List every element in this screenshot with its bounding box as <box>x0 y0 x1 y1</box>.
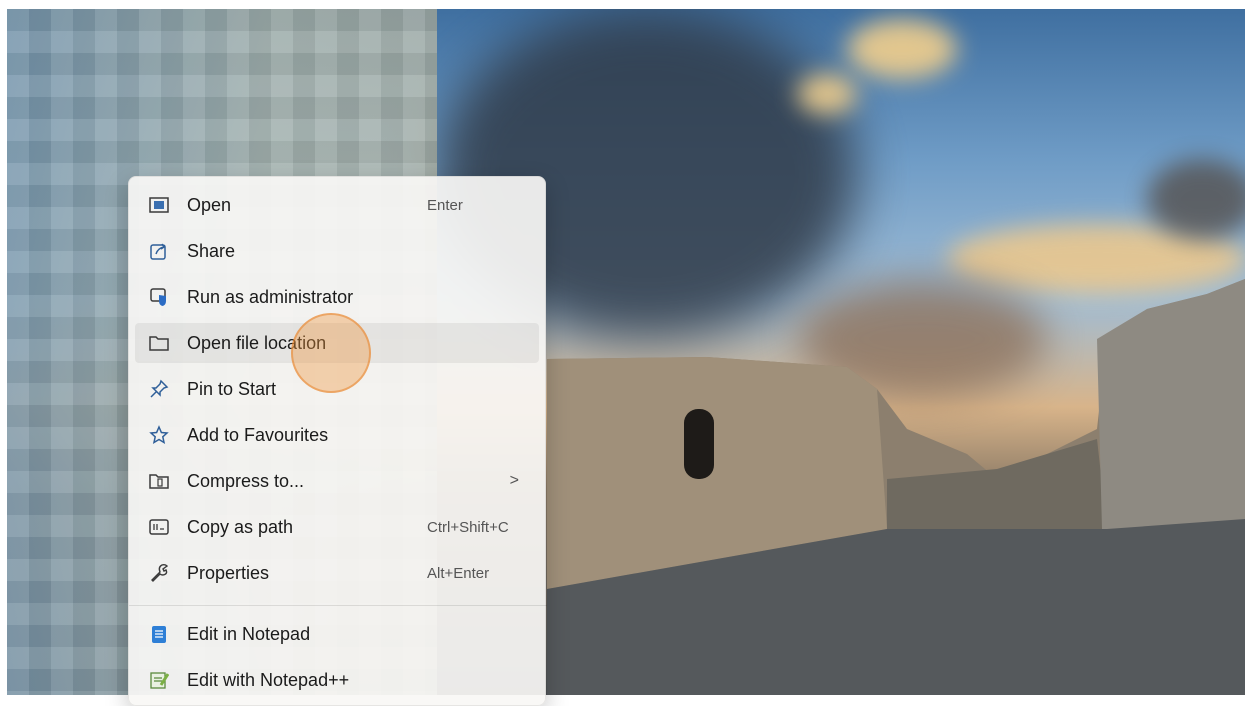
menu-item-label: Edit with Notepad++ <box>187 669 350 690</box>
menu-item-shortcut: Enter <box>427 196 463 214</box>
menu-item-open[interactable]: Open Enter <box>135 185 539 225</box>
menu-item-copy-as-path[interactable]: Copy as path Ctrl+Shift+C <box>135 507 539 547</box>
menu-separator <box>129 605 547 606</box>
pin-icon <box>148 378 170 400</box>
menu-item-add-to-favourites[interactable]: Add to Favourites <box>135 415 539 455</box>
menu-item-edit-with-notepad-plus-plus[interactable]: Edit with Notepad++ <box>135 660 539 700</box>
menu-item-label: Compress to... <box>187 470 305 491</box>
menu-item-label: Edit in Notepad <box>187 623 311 644</box>
click-indicator <box>291 313 371 393</box>
copy-path-icon <box>148 516 170 538</box>
menu-item-share[interactable]: Share <box>135 231 539 271</box>
menu-item-label: Pin to Start <box>187 378 277 399</box>
zip-folder-icon <box>148 470 170 492</box>
menu-item-label: Add to Favourites <box>187 424 329 445</box>
menu-item-label: Open <box>187 194 232 215</box>
notepad-plus-plus-icon <box>148 669 170 691</box>
menu-item-properties[interactable]: Properties Alt+Enter <box>135 553 539 593</box>
folder-icon <box>148 332 170 354</box>
star-icon <box>148 424 170 446</box>
shield-admin-icon <box>148 286 170 308</box>
menu-item-shortcut: Ctrl+Shift+C <box>427 518 509 536</box>
menu-item-label: Share <box>187 240 236 261</box>
notepad-icon <box>148 623 170 645</box>
menu-item-edit-in-notepad[interactable]: Edit in Notepad <box>135 614 539 654</box>
open-window-icon <box>148 194 170 216</box>
menu-item-label: Run as administrator <box>187 286 354 307</box>
menu-item-compress-to[interactable]: Compress to... > <box>135 461 539 501</box>
context-menu: Open Enter Share Run as administrator Op… <box>128 176 547 706</box>
castle-window <box>684 409 714 479</box>
wrench-icon <box>148 562 170 584</box>
menu-item-run-as-administrator[interactable]: Run as administrator <box>135 277 539 317</box>
share-icon <box>148 240 170 262</box>
chevron-right-icon: > <box>509 472 519 489</box>
menu-item-shortcut: Alt+Enter <box>427 564 490 582</box>
